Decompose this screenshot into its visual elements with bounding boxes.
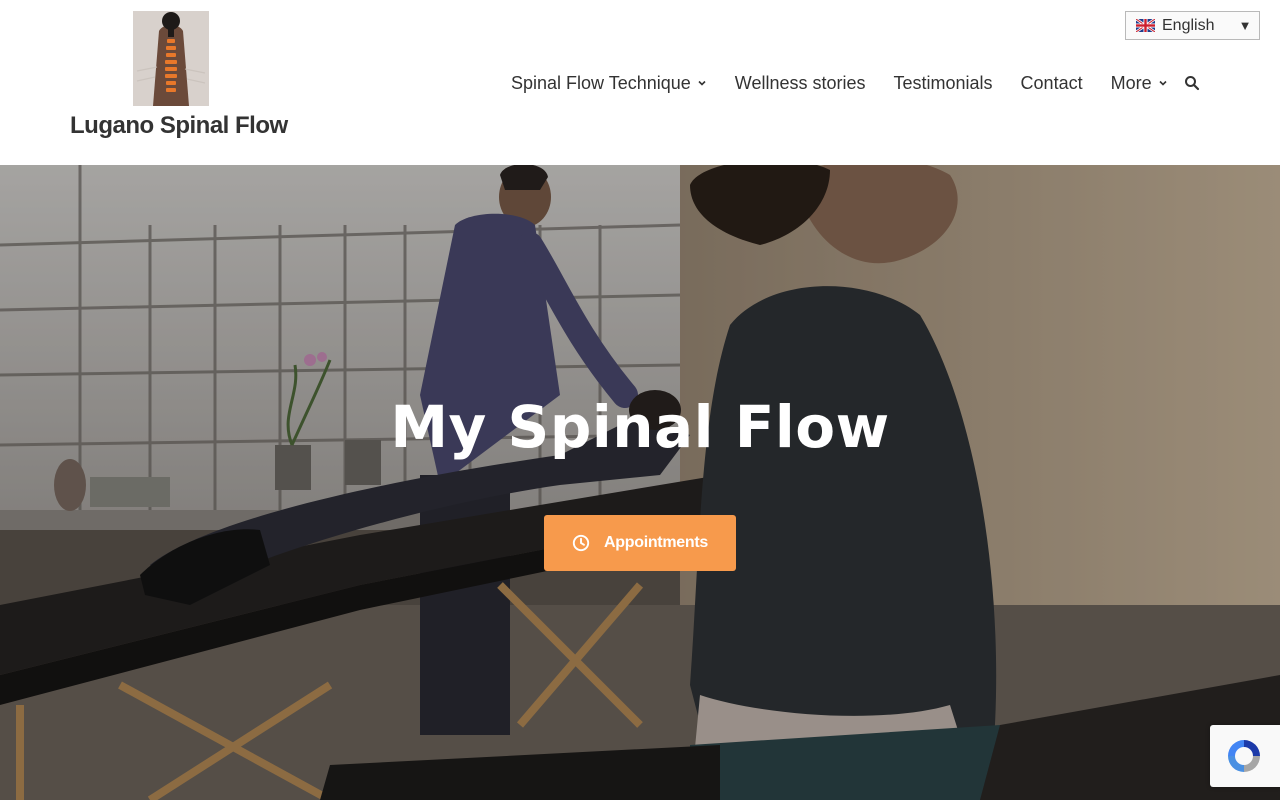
uk-flag-icon bbox=[1136, 19, 1155, 32]
clock-icon bbox=[572, 534, 590, 552]
nav-item-label: Wellness stories bbox=[734, 72, 866, 93]
nav-item-testimonials[interactable]: Testimonials bbox=[880, 73, 1007, 94]
appointments-button[interactable]: Appointments bbox=[544, 515, 736, 571]
nav-item-label: Spinal Flow Technique bbox=[511, 72, 691, 93]
site-logo[interactable] bbox=[133, 11, 209, 106]
search-icon[interactable] bbox=[1184, 75, 1200, 91]
caret-down-icon: ▼ bbox=[1238, 18, 1252, 33]
hero-title: My Spinal Flow bbox=[390, 393, 890, 461]
site-title[interactable]: Lugano Spinal Flow bbox=[70, 112, 288, 140]
site-header: Lugano Spinal Flow English ▼ Spinal Flow… bbox=[0, 0, 1280, 165]
nav-item-more[interactable]: More bbox=[1097, 73, 1182, 94]
logo-spine-image bbox=[133, 11, 209, 106]
hero-overlay bbox=[0, 165, 1280, 800]
nav-item-label: Testimonials bbox=[893, 72, 993, 93]
nav-item-label: Contact bbox=[1020, 72, 1083, 93]
nav-item-label: More bbox=[1110, 72, 1152, 93]
nav-item-wellness-stories[interactable]: Wellness stories bbox=[721, 73, 880, 94]
recaptcha-icon bbox=[1228, 740, 1260, 772]
appointments-button-label: Appointments bbox=[604, 534, 708, 551]
chevron-down-icon bbox=[698, 80, 706, 86]
language-selector[interactable]: English ▼ bbox=[1125, 11, 1260, 40]
nav-item-spinal-flow-technique[interactable]: Spinal Flow Technique bbox=[497, 73, 721, 94]
nav-item-contact[interactable]: Contact bbox=[1007, 73, 1097, 94]
chevron-down-icon bbox=[1159, 80, 1167, 86]
language-selected-label: English bbox=[1162, 16, 1215, 34]
hero-section: My Spinal Flow Appointments bbox=[0, 165, 1280, 800]
recaptcha-badge[interactable] bbox=[1210, 725, 1280, 787]
main-navigation: Spinal Flow Technique Wellness stories T… bbox=[497, 70, 1200, 96]
